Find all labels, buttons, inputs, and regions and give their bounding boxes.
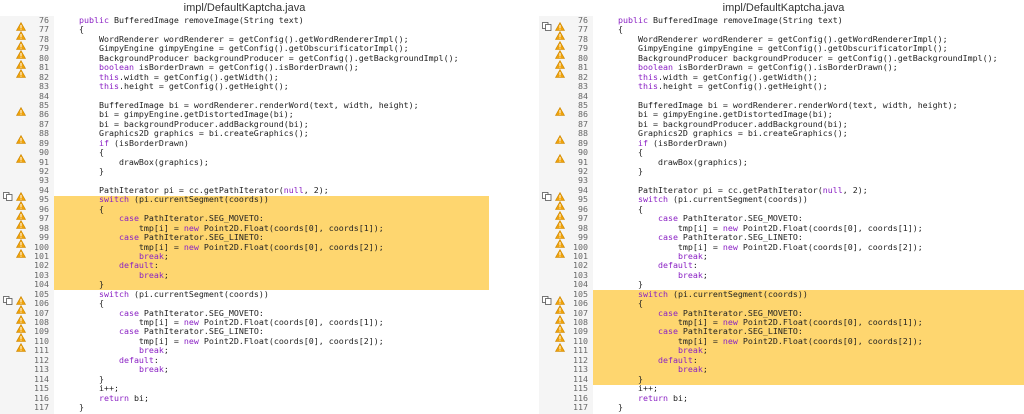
warning-icon[interactable] bbox=[554, 233, 566, 248]
warning-icon[interactable] bbox=[554, 299, 566, 314]
warning-icon[interactable] bbox=[554, 16, 566, 31]
warning-icon[interactable] bbox=[554, 25, 566, 41]
warning-icon[interactable] bbox=[15, 243, 27, 258]
warning-icon[interactable] bbox=[554, 309, 566, 324]
warning-icon[interactable] bbox=[15, 205, 27, 220]
warning-icon[interactable] bbox=[15, 233, 27, 248]
code-text: this.height = getConfig().getHeight(); bbox=[637, 81, 828, 92]
warning-icon[interactable] bbox=[15, 186, 27, 201]
code-line: 117 } bbox=[539, 401, 1024, 412]
warning-icon[interactable] bbox=[554, 54, 566, 69]
right-file-title: impl/DefaultKaptcha.java bbox=[722, 2, 845, 14]
code-line: 83 this.height = getConfig().getHeight()… bbox=[539, 81, 1024, 92]
warning-icon[interactable] bbox=[15, 309, 27, 324]
code-line: 92 } bbox=[0, 166, 489, 176]
warning-icon[interactable] bbox=[15, 148, 27, 163]
warning-icon[interactable] bbox=[15, 101, 27, 116]
left-file-title: impl/DefaultKaptcha.java bbox=[183, 2, 306, 14]
warning-icon[interactable] bbox=[554, 224, 566, 239]
warning-icon[interactable] bbox=[15, 63, 27, 78]
warning-icon[interactable] bbox=[15, 25, 27, 41]
right-code-area: 76 public BufferedImage removeImage(Stri… bbox=[539, 15, 1024, 412]
warning-icon[interactable] bbox=[554, 327, 566, 343]
right-pane: impl/DefaultKaptcha.java 76 public Buffe… bbox=[539, 0, 1024, 414]
warning-icon[interactable] bbox=[554, 290, 566, 305]
line-number: 117 bbox=[573, 401, 588, 412]
warning-icon[interactable] bbox=[15, 290, 27, 305]
warning-icon[interactable] bbox=[554, 337, 566, 352]
warning-icon[interactable] bbox=[15, 214, 27, 229]
warning-icon[interactable] bbox=[554, 243, 566, 258]
warning-icon[interactable] bbox=[15, 129, 27, 145]
warning-icon[interactable] bbox=[15, 299, 27, 314]
duplicate-code-icon[interactable] bbox=[3, 290, 13, 305]
duplicate-code-icon[interactable] bbox=[542, 186, 552, 201]
duplicate-code-icon[interactable] bbox=[3, 186, 13, 201]
warning-icon[interactable] bbox=[15, 54, 27, 69]
code-text: public BufferedImage removeImage(String … bbox=[78, 15, 304, 25]
warning-icon[interactable] bbox=[554, 195, 566, 211]
warning-icon[interactable] bbox=[15, 195, 27, 211]
warning-icon[interactable] bbox=[554, 44, 566, 60]
warning-icon[interactable] bbox=[15, 327, 27, 343]
diff-viewer: impl/DefaultKaptcha.java 76 public Buffe… bbox=[0, 0, 1024, 414]
warning-icon[interactable] bbox=[15, 224, 27, 239]
warning-icon[interactable] bbox=[554, 63, 566, 78]
warning-icon[interactable] bbox=[554, 214, 566, 229]
code-line: 83 this.height = getConfig().getHeight()… bbox=[0, 81, 489, 92]
warning-icon[interactable] bbox=[554, 205, 566, 220]
warning-icon[interactable] bbox=[15, 44, 27, 60]
warning-icon[interactable] bbox=[15, 318, 27, 333]
warning-icon[interactable] bbox=[554, 148, 566, 163]
warning-icon[interactable] bbox=[15, 16, 27, 31]
line-number: 117 bbox=[34, 401, 49, 412]
code-line: 117 } bbox=[0, 401, 489, 412]
warning-icon[interactable] bbox=[554, 129, 566, 145]
code-text: } bbox=[598, 401, 623, 412]
left-code-area: 76 public BufferedImage removeImage(Stri… bbox=[0, 15, 489, 412]
warning-icon[interactable] bbox=[15, 337, 27, 352]
warning-icon[interactable] bbox=[554, 318, 566, 333]
warning-icon[interactable] bbox=[554, 35, 566, 50]
duplicate-code-icon[interactable] bbox=[542, 290, 552, 305]
duplicate-code-icon[interactable] bbox=[542, 16, 552, 31]
code-text: } bbox=[59, 401, 84, 412]
code-text: public BufferedImage removeImage(String … bbox=[617, 15, 843, 25]
warning-icon[interactable] bbox=[554, 186, 566, 201]
left-pane: impl/DefaultKaptcha.java 76 public Buffe… bbox=[0, 0, 489, 414]
code-line: 92 } bbox=[539, 166, 1024, 176]
warning-icon[interactable] bbox=[554, 101, 566, 116]
code-text: } bbox=[598, 166, 643, 176]
code-text: } bbox=[59, 166, 104, 176]
code-text: this.height = getConfig().getHeight(); bbox=[98, 81, 289, 92]
warning-icon[interactable] bbox=[15, 35, 27, 50]
